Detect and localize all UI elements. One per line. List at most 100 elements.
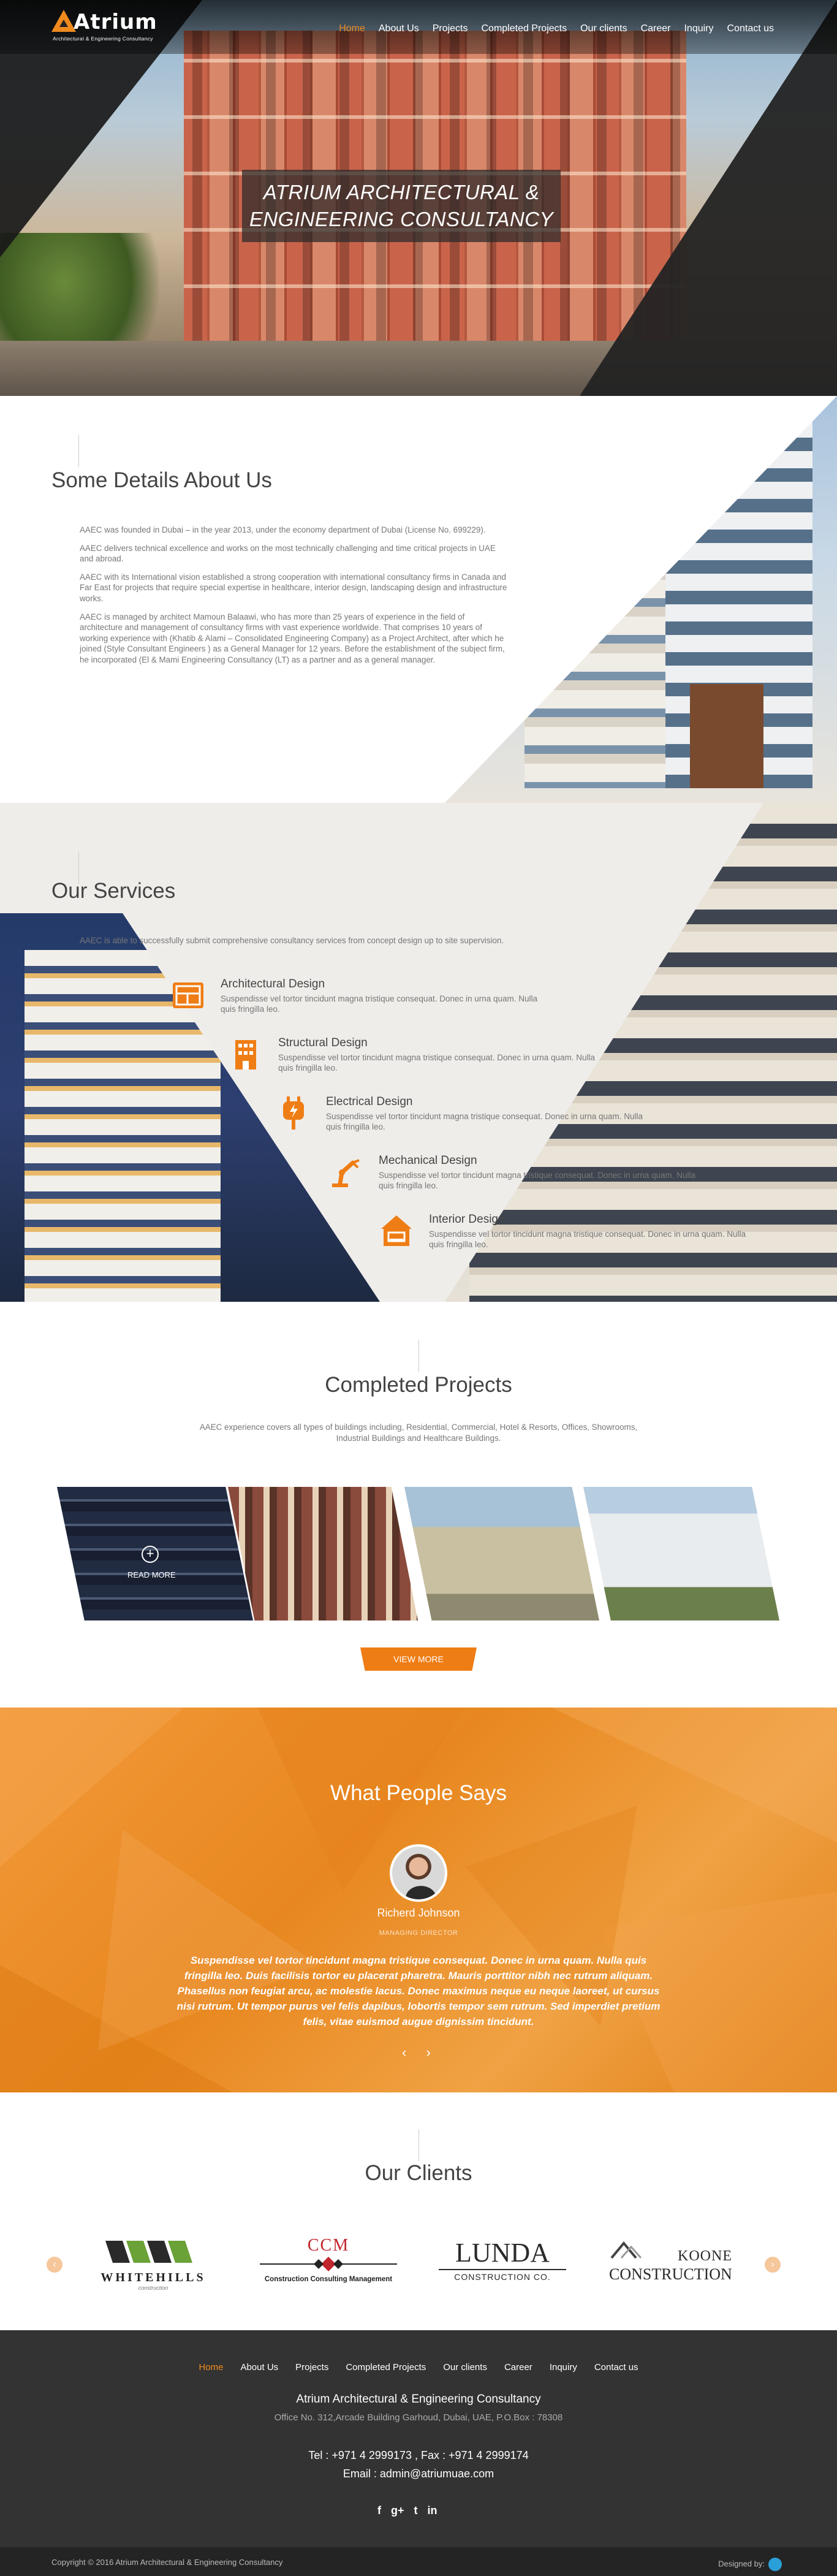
client-logo[interactable]: KOONE CONSTRUCTION [609, 2240, 744, 2295]
project-card[interactable] [228, 1487, 418, 1620]
service-title: Architectural Design [221, 978, 325, 990]
nav-about-us[interactable]: About Us [372, 23, 426, 34]
house-roof-icon [610, 2241, 642, 2259]
testimonial-role: MANAGING DIRECTOR [379, 1929, 458, 1937]
blueprint-icon [170, 978, 206, 1013]
client-logo[interactable]: LUNDA CONSTRUCTION CO. [435, 2240, 570, 2295]
plus-icon: + [142, 1546, 159, 1563]
service-item[interactable]: Electrical Design Suspendisse vel tortor… [276, 1095, 645, 1132]
project-card[interactable] [404, 1487, 599, 1620]
client-logo[interactable]: CCM Construction Consulting Management [255, 2236, 402, 2295]
chevron-left-icon[interactable]: ‹ [402, 2045, 406, 2060]
footer: Home About Us Projects Completed Project… [0, 2330, 837, 2576]
client-sub: Construction Consulting Management [264, 2276, 393, 2283]
service-desc: Suspendisse vel tortor tincidunt magna t… [379, 1171, 696, 1190]
about-text: AAEC was founded in Dubai – in the year … [80, 525, 509, 673]
services-intro: AAEC is able to successfully submit comp… [80, 936, 504, 945]
hero-title-line-1: ATRIUM ARCHITECTURAL & [263, 181, 540, 203]
client-sub: construction [138, 2285, 169, 2291]
project-card[interactable] [583, 1487, 779, 1620]
linkedin-icon[interactable]: in [428, 2504, 437, 2517]
nav-projects[interactable]: Projects [426, 23, 475, 34]
designed-by-label: Designed by: [718, 2559, 765, 2569]
project-card[interactable]: + READ MORE [57, 1487, 253, 1620]
service-title: Interior Design [429, 1213, 505, 1226]
footer-nav-our-clients[interactable]: Our clients [443, 2362, 487, 2373]
hero-corner-overlay-right [580, 0, 837, 396]
footer-nav-inquiry[interactable]: Inquiry [550, 2362, 577, 2373]
footer-nav-contact-us[interactable]: Contact us [594, 2362, 638, 2373]
client-sub: CONSTRUCTION CO. [439, 2269, 566, 2282]
logo-a-icon [51, 10, 76, 32]
twitter-icon[interactable]: t [414, 2504, 418, 2517]
service-item[interactable]: Architectural Design Suspendisse vel tor… [170, 978, 539, 1014]
footer-email[interactable]: Email : admin@atriumuae.com [0, 2468, 837, 2480]
service-title: Electrical Design [326, 1095, 413, 1108]
about-paragraph: AAEC with its International vision estab… [80, 572, 507, 603]
nav-contact-us[interactable]: Contact us [721, 23, 781, 34]
chevron-right-icon[interactable]: › [426, 2045, 430, 2060]
avatar [390, 1844, 447, 1902]
site-logo[interactable]: Atrium Architectural & Engineering Consu… [51, 9, 174, 47]
designed-by: Designed by: [718, 2558, 782, 2571]
service-desc: Suspendisse vel tortor tincidunt magna t… [278, 1053, 596, 1073]
service-item[interactable]: Structural Design Suspendisse vel tortor… [228, 1036, 597, 1073]
service-desc: Suspendisse vel tortor tincidunt magna t… [326, 1112, 643, 1131]
page: Atrium Architectural & Engineering Consu… [0, 0, 837, 2576]
logo-tagline: Architectural & Engineering Consultancy [53, 36, 153, 42]
clients-heading: Our Clients [365, 2161, 472, 2185]
project-image [228, 1487, 418, 1620]
service-desc: Suspendisse vel tortor tincidunt magna t… [429, 1229, 746, 1249]
service-title: Structural Design [278, 1036, 368, 1049]
footer-nav-completed-projects[interactable]: Completed Projects [346, 2362, 426, 2373]
nav-home[interactable]: Home [332, 23, 372, 34]
footer-nav-home[interactable]: Home [199, 2362, 223, 2373]
facebook-icon[interactable]: f [377, 2504, 381, 2517]
footer-nav: Home About Us Projects Completed Project… [0, 2362, 837, 2373]
footer-nav-projects[interactable]: Projects [295, 2362, 328, 2373]
nav-inquiry[interactable]: Inquiry [677, 23, 720, 34]
whitehills-mark-icon [105, 2241, 192, 2263]
testimonial-arrows: ‹ › [402, 2045, 431, 2061]
service-item[interactable]: Interior Design Suspendisse vel tortor t… [379, 1213, 748, 1250]
read-more-link[interactable]: READ MORE [127, 1570, 176, 1579]
footer-company: Atrium Architectural & Engineering Consu… [296, 2393, 541, 2406]
header-bar: Atrium Architectural & Engineering Consu… [0, 0, 837, 54]
projects-heading: Completed Projects [325, 1373, 512, 1397]
projects-intro: AAEC experience covers all types of buil… [199, 1423, 638, 1443]
google-plus-icon[interactable]: g+ [391, 2504, 404, 2517]
about-heading: Some Details About Us [51, 468, 272, 492]
client-name: WHITEHILLS [100, 2271, 206, 2284]
about-paragraph: AAEC is managed by architect Mamoun Bala… [80, 612, 505, 664]
nav-career[interactable]: Career [634, 23, 678, 34]
nav-our-clients[interactable]: Our clients [574, 23, 634, 34]
client-name: KOONE [678, 2248, 732, 2264]
view-more-button[interactable]: VIEW MORE [360, 1647, 477, 1671]
projects-divider [418, 1340, 419, 1372]
testimonial-section: What People Says Richerd Johnson MANAGIN… [0, 1708, 837, 2092]
footer-nav-about-us[interactable]: About Us [240, 2362, 278, 2373]
clients-prev-button[interactable]: ‹ [47, 2257, 62, 2273]
about-paragraph: AAEC was founded in Dubai – in the year … [80, 525, 486, 534]
robot-arm-icon [328, 1154, 364, 1190]
footer-nav-career[interactable]: Career [504, 2362, 532, 2373]
clients-section: Our Clients ‹ › WHITEHILLS construction … [0, 2092, 837, 2330]
interior-icon [379, 1213, 414, 1248]
ccm-diamond-icon [260, 2257, 397, 2271]
client-name: CCM [307, 2236, 350, 2255]
about-section: Some Details About Us AAEC was founded i… [0, 396, 837, 803]
client-name: LUNDA [455, 2238, 550, 2268]
clients-next-button[interactable]: › [765, 2257, 781, 2273]
client-logo[interactable]: WHITEHILLS construction [92, 2240, 214, 2295]
testimonial-heading: What People Says [330, 1781, 507, 1805]
main-nav: Home About Us Projects Completed Project… [332, 23, 781, 34]
service-item[interactable]: Mechanical Design Suspendisse vel tortor… [328, 1154, 697, 1191]
footer-phone: Tel : +971 4 2999173 , Fax : +971 4 2999… [308, 2449, 529, 2461]
plug-icon [276, 1095, 311, 1131]
nav-completed-projects[interactable]: Completed Projects [474, 23, 574, 34]
service-title: Mechanical Design [379, 1154, 477, 1167]
hero-title: ATRIUM ARCHITECTURAL & ENGINEERING CONSU… [242, 170, 561, 242]
clients-divider [418, 2129, 419, 2161]
designer-logo-icon[interactable] [768, 2558, 782, 2571]
copyright-text: Copyright © 2016 Atrium Architectural & … [51, 2558, 283, 2567]
